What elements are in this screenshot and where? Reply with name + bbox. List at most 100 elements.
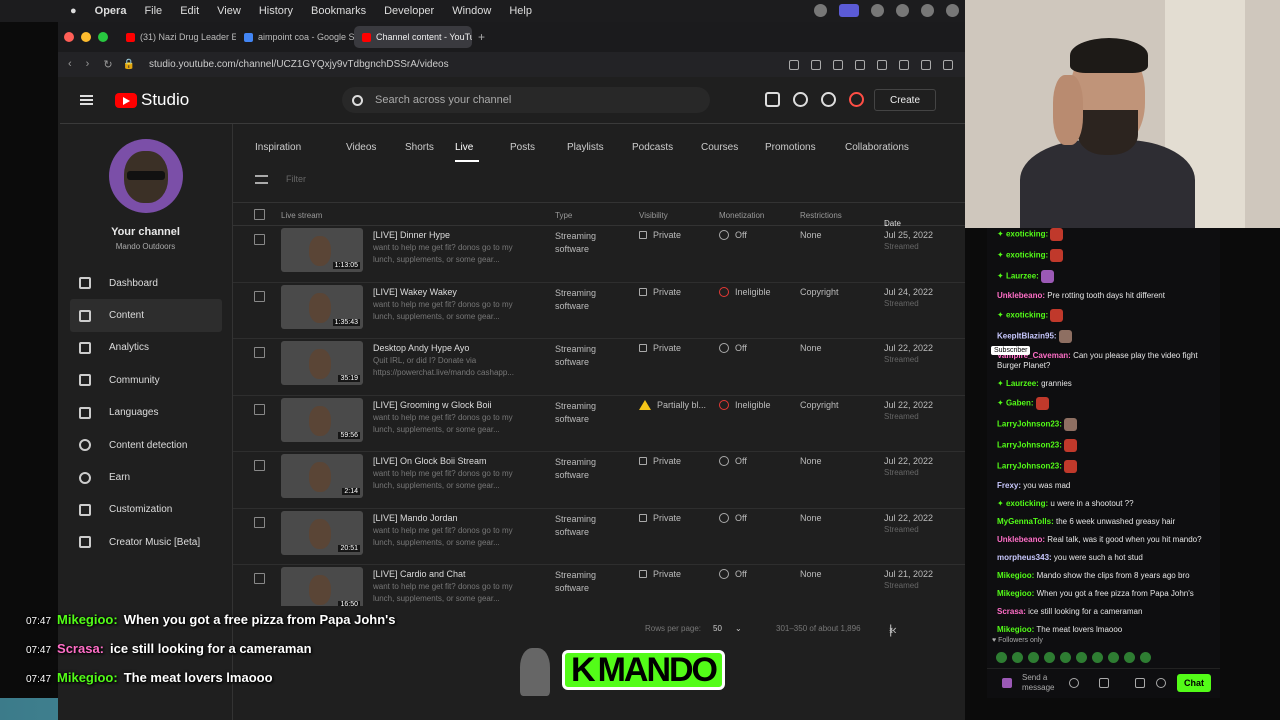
tray-clock-icon[interactable]: [921, 4, 934, 17]
visibility-cell[interactable]: Private: [639, 513, 681, 523]
captions-icon[interactable]: [765, 92, 780, 107]
visibility-cell[interactable]: Private: [639, 569, 681, 579]
emote-icon[interactable]: [1076, 652, 1087, 663]
camera-icon[interactable]: [811, 59, 821, 70]
chat-username[interactable]: exoticking:: [1006, 230, 1048, 239]
heart-icon[interactable]: [877, 59, 887, 70]
emote-icon[interactable]: [1028, 652, 1039, 663]
row-checkbox[interactable]: [254, 347, 265, 358]
reload-icon[interactable]: ↻: [103, 58, 112, 71]
video-thumbnail[interactable]: 16:50: [281, 567, 363, 606]
shield-icon[interactable]: [833, 59, 843, 70]
visibility-cell[interactable]: Partially bl...: [639, 399, 706, 410]
profile-icon[interactable]: [943, 59, 953, 70]
table-row[interactable]: 35:19 Desktop Andy Hype Ayo Quit IRL, or d…: [233, 339, 965, 396]
chat-username[interactable]: morpheus343:: [997, 553, 1052, 562]
chat-username[interactable]: KeepItBlazin95:: [997, 332, 1057, 341]
chat-username[interactable]: MyGennaTolls:: [997, 517, 1054, 526]
tab-shorts[interactable]: Shorts: [405, 124, 455, 162]
table-row[interactable]: 16:50 [LIVE] Cardio and Chat want to help …: [233, 565, 965, 606]
chat-send-button[interactable]: Chat: [1177, 674, 1211, 692]
tab-promotions[interactable]: Promotions: [765, 124, 845, 162]
browser-tab-active[interactable]: Channel content - YouTu: [354, 26, 472, 48]
table-row[interactable]: 20:51 [LIVE] Mando Jordan want to help me …: [233, 509, 965, 565]
notifications-icon[interactable]: [849, 92, 864, 107]
chat-username[interactable]: Gaben:: [1006, 399, 1034, 408]
chat-username[interactable]: LarryJohnson23:: [997, 441, 1062, 450]
lock-icon[interactable]: 🔒: [123, 59, 135, 70]
menu-icon[interactable]: [921, 59, 931, 70]
table-row[interactable]: 2:14 [LIVE] On Glock Boii Stream want to h…: [233, 452, 965, 509]
sidebar-item-content-detection[interactable]: Content detection: [70, 429, 222, 461]
minimize-window-icon[interactable]: [81, 32, 91, 42]
row-checkbox[interactable]: [254, 234, 265, 245]
sidebar-item-dashboard[interactable]: Dashboard: [70, 267, 222, 299]
chat-input[interactable]: Send a message: [1022, 673, 1066, 693]
chat-username[interactable]: LarryJohnson23:: [997, 462, 1062, 471]
menu-window[interactable]: Window: [452, 5, 491, 17]
sidebar-item-analytics[interactable]: Analytics: [70, 332, 222, 364]
close-window-icon[interactable]: [64, 32, 74, 42]
emote-icon[interactable]: [1124, 652, 1135, 663]
menu-history[interactable]: History: [259, 5, 293, 17]
video-thumbnail[interactable]: 1:13:05: [281, 228, 363, 272]
video-thumbnail[interactable]: 1:35:43: [281, 284, 363, 329]
chat-username[interactable]: Mikegioo:: [997, 625, 1034, 634]
tray-grid-icon[interactable]: [871, 4, 884, 17]
sidebar-item-customization[interactable]: Customization: [70, 494, 222, 526]
hamburger-icon[interactable]: [80, 95, 93, 105]
emote-icon[interactable]: [1092, 652, 1103, 663]
visibility-cell[interactable]: Private: [639, 343, 681, 353]
chat-username[interactable]: Unklebeano:: [997, 535, 1045, 544]
tab-podcasts[interactable]: Podcasts: [632, 124, 701, 162]
tab-posts[interactable]: Posts: [510, 124, 567, 162]
chat-username[interactable]: Mikegioo:: [997, 571, 1034, 580]
emote-icon[interactable]: [1140, 652, 1151, 663]
table-row[interactable]: 1:13:05 [LIVE] Dinner Hype want to help me…: [233, 226, 965, 283]
next-page-icon[interactable]: ›: [889, 622, 893, 637]
browser-tab[interactable]: aimpoint coa - Google S: [236, 26, 354, 48]
emote-icon[interactable]: [1060, 652, 1071, 663]
row-checkbox[interactable]: [254, 403, 265, 415]
search-input[interactable]: Search across your channel: [342, 87, 710, 113]
sidebar-item-languages[interactable]: Languages: [70, 397, 222, 429]
row-checkbox[interactable]: [254, 573, 265, 584]
tab-courses[interactable]: Courses: [701, 124, 765, 162]
row-checkbox[interactable]: [254, 460, 265, 471]
row-checkbox[interactable]: [254, 516, 265, 528]
channel-avatar[interactable]: [109, 139, 183, 213]
tray-app-icon[interactable]: [814, 4, 827, 17]
back-icon[interactable]: ‹: [68, 58, 72, 71]
video-thumbnail[interactable]: 20:51: [281, 510, 363, 555]
chat-username[interactable]: Frexy:: [997, 481, 1021, 490]
menu-app-name[interactable]: Opera: [95, 5, 127, 17]
menu-edit[interactable]: Edit: [180, 5, 199, 17]
sparkle-icon[interactable]: [821, 92, 836, 107]
sidebar-item-content[interactable]: Content: [70, 299, 222, 332]
visibility-cell[interactable]: Private: [639, 230, 681, 240]
chat-username[interactable]: LarryJohnson23:: [997, 420, 1062, 429]
video-title[interactable]: [LIVE] Wakey Wakey: [373, 287, 457, 297]
select-all-checkbox[interactable]: [254, 209, 265, 220]
menu-bookmarks[interactable]: Bookmarks: [311, 5, 366, 17]
chat-username[interactable]: Unklebeano:: [997, 291, 1045, 300]
chat-username[interactable]: exoticking:: [1006, 251, 1048, 260]
play-icon[interactable]: [855, 59, 865, 70]
apple-icon[interactable]: ●: [70, 5, 77, 17]
emote-icon[interactable]: [1012, 652, 1023, 663]
chat-username[interactable]: exoticking:: [1006, 311, 1048, 320]
gift-icon[interactable]: [1135, 678, 1145, 688]
emoji-icon[interactable]: [1069, 678, 1079, 688]
chat-username[interactable]: Mikegioo:: [997, 589, 1034, 598]
visibility-cell[interactable]: Private: [639, 287, 681, 297]
menu-help[interactable]: Help: [509, 5, 532, 17]
extension-icon[interactable]: [789, 59, 799, 70]
filter-bar[interactable]: Filter: [255, 174, 306, 184]
video-thumbnail[interactable]: 59:56: [281, 397, 363, 442]
sidebar-item-earn[interactable]: Earn: [70, 461, 222, 493]
table-row[interactable]: 59:56 [LIVE] Grooming w Glock Boii want to…: [233, 396, 965, 452]
new-tab-icon[interactable]: +: [478, 30, 485, 44]
forward-icon[interactable]: ›: [86, 58, 90, 71]
visibility-cell[interactable]: Private: [639, 456, 681, 466]
tab-live[interactable]: Live: [455, 124, 479, 162]
